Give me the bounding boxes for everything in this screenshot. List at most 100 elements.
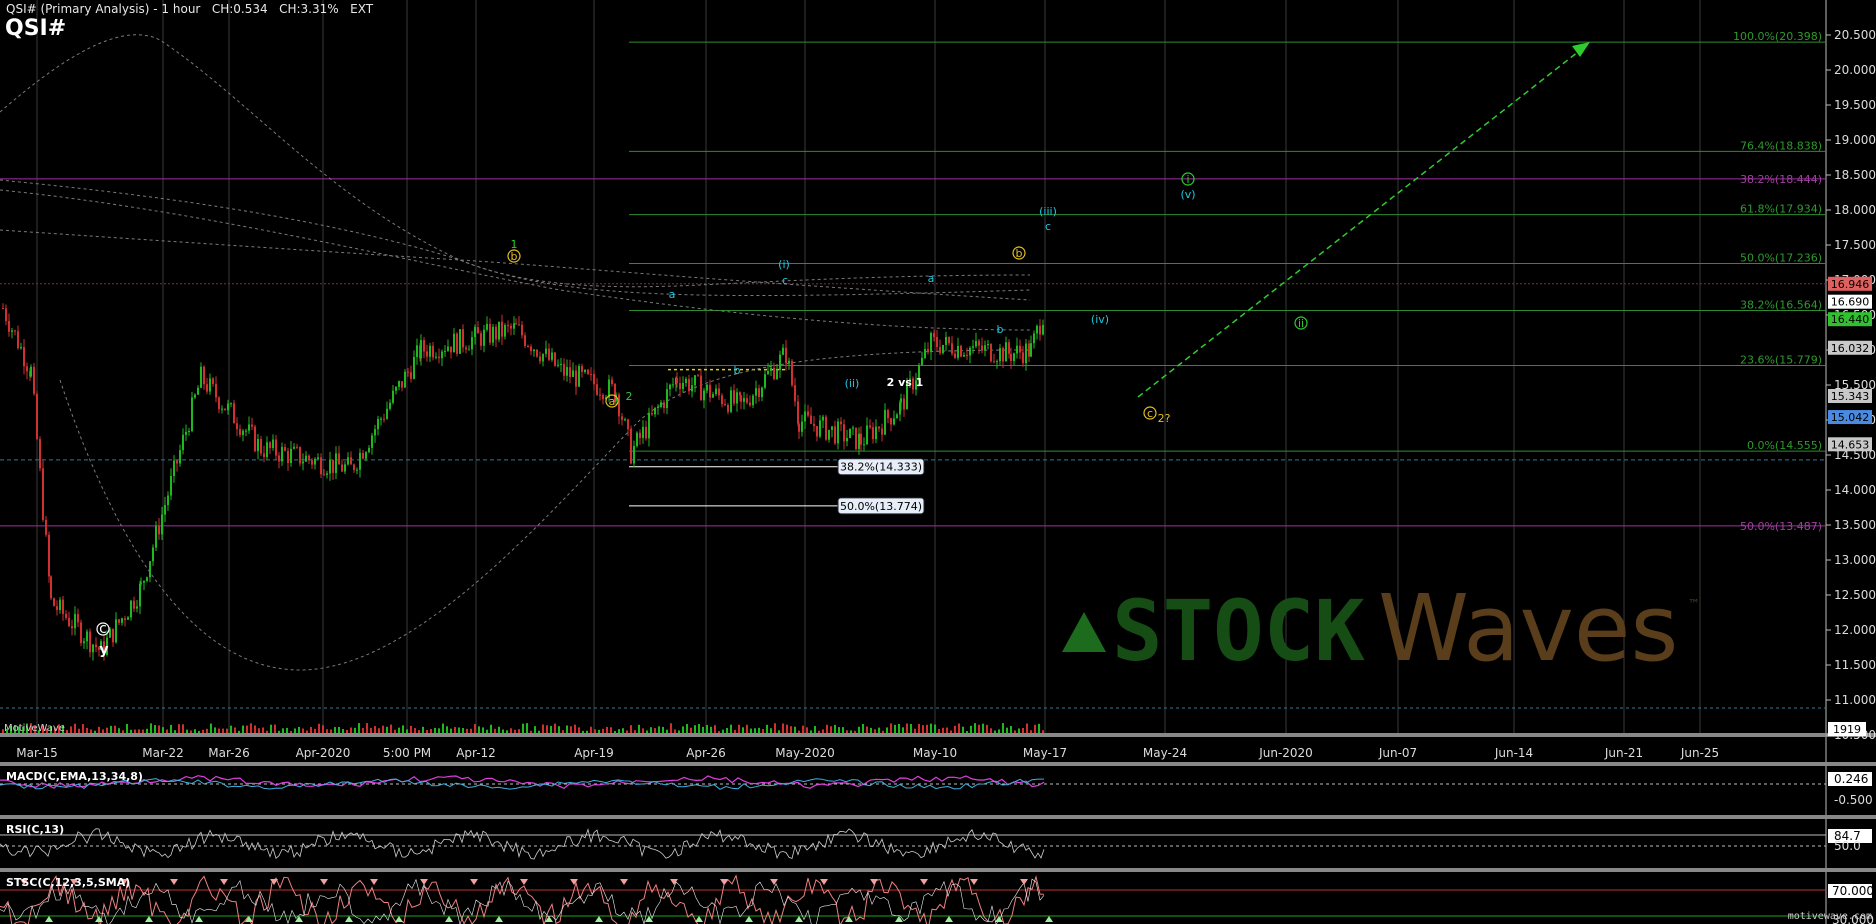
candle-body: [182, 434, 184, 451]
volume-bar: [318, 723, 320, 733]
candle-body: [471, 337, 473, 350]
date-tick-label: Jun-07: [1378, 746, 1417, 760]
wave-label: c: [782, 274, 788, 287]
candle-body: [767, 370, 769, 375]
volume-bar: [102, 729, 104, 733]
candle-body: [1022, 352, 1024, 364]
volume-bar: [78, 728, 80, 733]
volume-bar: [262, 727, 264, 733]
candle-body: [1005, 342, 1007, 362]
candle-body: [618, 394, 620, 417]
candle-body: [672, 384, 674, 386]
candle-body: [251, 424, 253, 427]
volume-bar: [882, 730, 884, 733]
candle-body: [810, 415, 812, 424]
price-tick-label: 19.500: [1834, 98, 1876, 112]
volume-bar: [638, 724, 640, 733]
candle-body: [545, 348, 547, 354]
candle-body: [837, 421, 839, 444]
candle-body: [536, 349, 538, 357]
volume-bar: [502, 729, 504, 733]
price-tick-label: 14.000: [1834, 483, 1876, 497]
volume-bar: [782, 723, 784, 733]
volume-bar: [982, 723, 984, 733]
candle-body: [432, 345, 434, 358]
price-tick-label: 13.000: [1834, 553, 1876, 567]
volume-bar: [822, 729, 824, 733]
price-tick-label: 20.500: [1834, 28, 1876, 42]
volume-bar: [794, 726, 796, 733]
volume-bar: [206, 728, 208, 733]
candle-body: [804, 411, 806, 422]
volume-bar: [150, 723, 152, 733]
volume-bar: [574, 724, 576, 733]
wave-label: i: [1186, 173, 1189, 186]
volume-bar: [990, 728, 992, 733]
volume-bar: [454, 727, 456, 733]
candle-body: [718, 388, 720, 396]
price-tick-label: 17.500: [1834, 238, 1876, 252]
volume-bar: [126, 723, 128, 733]
wave-label: b: [511, 250, 518, 263]
candle-body: [636, 432, 638, 447]
candle-body: [984, 345, 986, 351]
candle-body: [26, 366, 28, 372]
volume-bar: [858, 726, 860, 733]
candle-body: [1013, 353, 1015, 362]
stsc-title: STSC(C,12,3,5,SMA): [6, 876, 131, 889]
candle-body: [272, 439, 274, 449]
volume-bar: [202, 729, 204, 733]
wave-label: c: [1045, 220, 1051, 233]
candle-body: [746, 398, 748, 403]
date-tick-label: Apr-2020: [296, 746, 351, 760]
volume-bar: [670, 723, 672, 733]
volume-bar: [534, 726, 536, 733]
retracement-label: 50.0%(13.774): [840, 500, 922, 513]
candle-body: [924, 348, 926, 358]
candle-body: [161, 514, 163, 535]
wave-label: a: [928, 272, 935, 285]
volume-bar: [566, 725, 568, 733]
candle-body: [200, 366, 202, 388]
volume-bar: [946, 727, 948, 733]
candle-body: [59, 599, 61, 611]
volume-bar: [414, 728, 416, 733]
volume-bar: [898, 723, 900, 733]
volume-bar: [714, 725, 716, 733]
candle-body: [863, 444, 865, 446]
candle-body: [846, 438, 848, 442]
watermark-waves: Waves: [1378, 575, 1678, 682]
candle-body: [533, 349, 535, 352]
candle-body: [758, 388, 760, 398]
volume-bar: [722, 729, 724, 733]
date-tick-label: Mar-15: [16, 746, 57, 760]
volume-bar: [718, 730, 720, 733]
candle-body: [951, 343, 953, 354]
candle-body: [8, 321, 10, 332]
fib-level-label: 0.0%(14.555): [1747, 439, 1822, 452]
candle-body: [566, 367, 568, 376]
volume-bar: [226, 728, 228, 733]
chart-canvas[interactable]: Mar-15 Mar-22 Mar-26 Apr-2020 5:00 PM Apr-12 A…: [0, 0, 1876, 924]
candle-body: [948, 336, 950, 344]
candle-body: [957, 345, 959, 358]
candle-body: [438, 356, 440, 359]
candle-body: [136, 606, 138, 609]
volume-bar: [906, 723, 908, 733]
volume-bar: [958, 723, 960, 733]
candle-body: [575, 370, 577, 387]
candle-body: [350, 457, 352, 465]
candle-body: [305, 455, 307, 462]
candle-body: [942, 345, 944, 354]
volume-bar: [762, 728, 764, 733]
volume-bar: [178, 724, 180, 733]
candle-body: [474, 327, 476, 338]
candle-body: [963, 354, 965, 357]
volume-bar: [218, 728, 220, 733]
volume-bar: [706, 724, 708, 733]
candle-body: [966, 354, 968, 356]
candle-body: [278, 455, 280, 462]
candle-body: [518, 324, 520, 326]
candle-body: [48, 534, 50, 577]
fib-level-label: 38.2%(16.564): [1740, 299, 1822, 312]
